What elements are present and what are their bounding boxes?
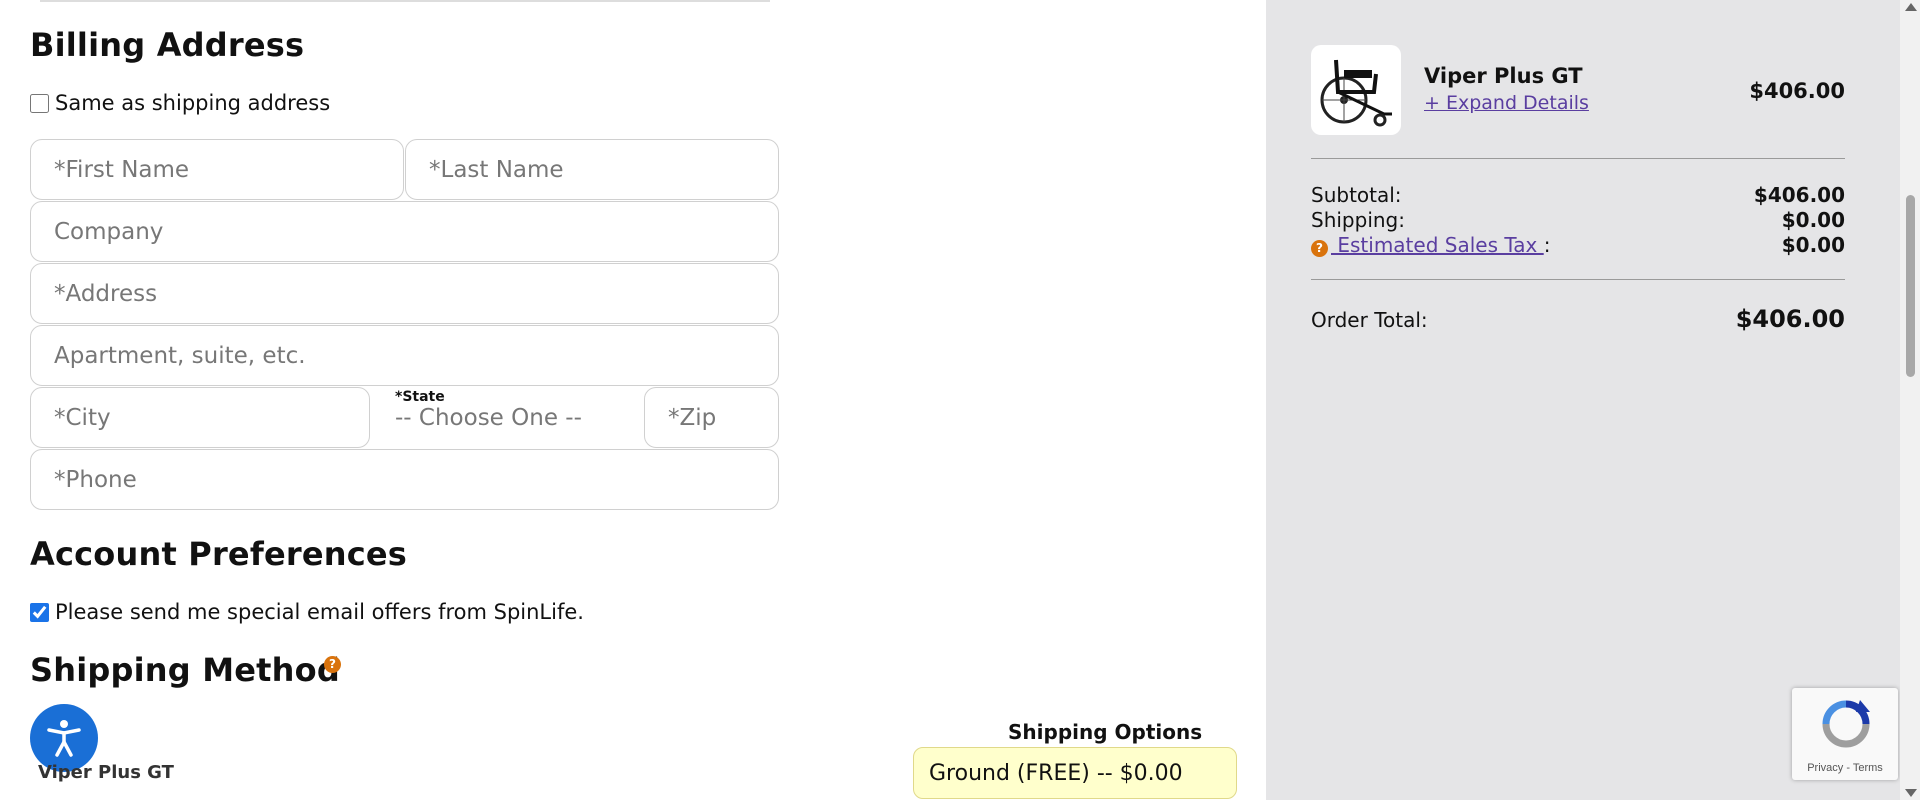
scroll-up-arrow[interactable] [1905, 3, 1917, 11]
state-label: *State [395, 389, 445, 405]
shipping-options-label: Shipping Options [1008, 720, 1203, 744]
help-icon[interactable]: ? [324, 656, 341, 673]
scroll-thumb[interactable] [1906, 195, 1915, 377]
subtotal-row: Subtotal: $406.00 [1311, 183, 1845, 207]
product-name: Viper Plus GT [1424, 64, 1583, 88]
account-preferences-heading: Account Preferences [30, 535, 408, 573]
wheelchair-image [1320, 59, 1392, 127]
order-summary-sidebar: Viper Plus GT + Expand Details $406.00 S… [1266, 0, 1900, 800]
shipping-row: Shipping: $0.00 [1311, 208, 1845, 232]
last-name-input[interactable]: *Last Name [405, 139, 779, 200]
product-thumbnail [1311, 45, 1401, 135]
state-value: -- Choose One -- [395, 405, 582, 431]
order-total-value: $406.00 [1735, 305, 1845, 333]
subtotal-value: $406.00 [1753, 183, 1845, 207]
email-offers-checkbox[interactable] [30, 602, 49, 622]
first-name-input[interactable]: *First Name [30, 139, 404, 200]
shipping-value: $0.00 [1781, 208, 1845, 232]
order-total-label: Order Total: [1311, 308, 1428, 332]
accessibility-icon [47, 720, 81, 757]
tax-colon: : [1543, 233, 1551, 257]
email-offers-row[interactable]: Please send me special email offers from… [30, 600, 584, 624]
email-offers-label: Please send me special email offers from… [55, 600, 584, 624]
subtotal-label: Subtotal: [1311, 183, 1402, 207]
state-select[interactable]: *State -- Choose One -- [371, 387, 643, 448]
order-total-row: Order Total: $406.00 [1311, 305, 1845, 333]
shipping-options-select[interactable]: Ground (FREE) -- $0.00 [913, 747, 1237, 799]
shipping-label: Shipping: [1311, 208, 1405, 232]
phone-input[interactable]: *Phone [30, 449, 779, 510]
billing-address-heading: Billing Address [30, 26, 305, 64]
company-input[interactable]: Company [30, 201, 779, 262]
shipping-option-value: Ground (FREE) -- $0.00 [929, 760, 1183, 786]
divider [1311, 279, 1845, 280]
tax-value: $0.00 [1781, 233, 1845, 257]
apartment-input[interactable]: Apartment, suite, etc. [30, 325, 779, 386]
shipping-product-name: Viper Plus GT [38, 762, 174, 783]
same-as-shipping-label: Same as shipping address [55, 91, 331, 115]
page-scrollbar[interactable] [1900, 0, 1920, 800]
product-price: $406.00 [1749, 79, 1845, 103]
same-as-shipping-checkbox[interactable] [30, 93, 49, 113]
divider [40, 0, 770, 2]
recaptcha-terms[interactable]: Privacy - Terms [1792, 762, 1898, 774]
expand-details-link[interactable]: + Expand Details [1424, 92, 1589, 114]
checkout-form: Billing Address Same as shipping address… [0, 0, 1266, 800]
estimated-sales-tax-link[interactable]: Estimated Sales Tax [1331, 233, 1544, 257]
divider [1311, 158, 1845, 159]
city-input[interactable]: *City [30, 387, 370, 448]
same-as-shipping-row[interactable]: Same as shipping address [30, 91, 330, 115]
help-icon[interactable]: ? [1311, 240, 1328, 257]
tax-row: ? Estimated Sales Tax : $0.00 [1311, 233, 1845, 257]
scroll-down-arrow[interactable] [1905, 789, 1917, 797]
recaptcha-logo [1822, 700, 1870, 748]
shipping-method-heading: Shipping Method [30, 651, 340, 689]
address-input[interactable]: *Address [30, 263, 779, 324]
zip-input[interactable]: *Zip [644, 387, 779, 448]
recaptcha-badge[interactable]: Privacy - Terms [1792, 688, 1898, 780]
